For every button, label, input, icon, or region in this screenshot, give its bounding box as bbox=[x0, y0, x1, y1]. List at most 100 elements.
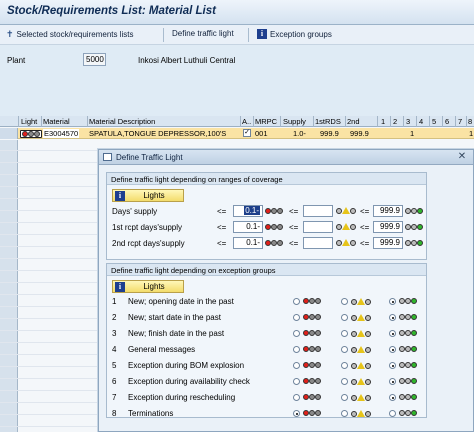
first-rcpt-green-field[interactable]: 999.9 bbox=[373, 221, 403, 233]
coverage-group-title: Define traffic light depending on ranges… bbox=[107, 173, 426, 185]
row-checkbox[interactable]: ✓ bbox=[243, 129, 251, 137]
coverage-lights-button[interactable]: i Lights bbox=[112, 189, 184, 202]
radio-red[interactable] bbox=[293, 362, 300, 369]
col-material[interactable]: Material bbox=[43, 117, 70, 126]
exception-number: 3 bbox=[112, 329, 117, 338]
radio-yellow[interactable] bbox=[341, 346, 348, 353]
radio-red[interactable] bbox=[293, 378, 300, 385]
exception-groups-button[interactable]: i Exception groups bbox=[257, 29, 332, 39]
row-selector[interactable] bbox=[0, 128, 18, 139]
first-rcpt-yellow-field[interactable] bbox=[303, 221, 333, 233]
traffic-light-yellow-icon bbox=[351, 346, 371, 353]
radio-yellow[interactable] bbox=[341, 410, 348, 417]
title-bar: Stock/Requirements List: Material List bbox=[0, 0, 474, 25]
col-mrpc[interactable]: MRPC bbox=[255, 117, 277, 126]
radio-green[interactable] bbox=[389, 362, 396, 369]
radio-green[interactable] bbox=[389, 314, 396, 321]
traffic-light-red-icon bbox=[303, 298, 321, 304]
radio-red[interactable] bbox=[293, 298, 300, 305]
exception-label: New; start date in the past bbox=[128, 313, 221, 322]
radio-green[interactable] bbox=[389, 410, 396, 417]
radio-yellow[interactable] bbox=[341, 330, 348, 337]
radio-yellow[interactable] bbox=[341, 394, 348, 401]
col-a[interactable]: A.. bbox=[242, 117, 251, 126]
exception-label: Exception during availability check bbox=[128, 377, 250, 386]
window-icon bbox=[103, 153, 112, 161]
col-8[interactable]: 8 bbox=[468, 117, 472, 126]
col-material-description[interactable]: Material Description bbox=[89, 117, 155, 126]
radio-yellow[interactable] bbox=[341, 314, 348, 321]
col-1strds[interactable]: 1stRDS bbox=[315, 117, 341, 126]
first-rcpt-label: 1st rcpt days'supply bbox=[112, 223, 183, 232]
radio-green[interactable] bbox=[389, 330, 396, 337]
col-supply[interactable]: Supply bbox=[283, 117, 306, 126]
traffic-light-yellow-icon bbox=[351, 410, 371, 417]
radio-red[interactable] bbox=[293, 346, 300, 353]
col-1[interactable]: 1 bbox=[381, 117, 385, 126]
col-3[interactable]: 3 bbox=[406, 117, 410, 126]
second-rcpt-yellow-field[interactable] bbox=[303, 237, 333, 249]
coverage-group: Define traffic light depending on ranges… bbox=[106, 172, 427, 260]
row-2nd: 999.9 bbox=[350, 129, 369, 138]
info-icon: i bbox=[257, 29, 267, 39]
traffic-light-red-icon bbox=[303, 330, 321, 336]
days-supply-red-field[interactable]: 0.1- bbox=[233, 205, 263, 217]
define-traffic-light-button[interactable]: Define traffic light bbox=[172, 29, 234, 38]
traffic-light-green-icon bbox=[405, 240, 423, 246]
define-traffic-light-dialog: Define Traffic Light ✕ Define traffic li… bbox=[98, 149, 474, 432]
col-light[interactable]: Light bbox=[21, 117, 37, 126]
col-4[interactable]: 4 bbox=[419, 117, 423, 126]
exception-group: Define traffic light depending on except… bbox=[106, 263, 427, 418]
application-toolbar: ✝ Selected stock/requirements lists Defi… bbox=[0, 25, 474, 45]
selection-icon: ✝ bbox=[6, 29, 14, 39]
exception-group-title: Define traffic light depending on except… bbox=[107, 264, 426, 276]
traffic-light-red-icon bbox=[303, 378, 321, 384]
traffic-light-green-icon bbox=[405, 208, 423, 214]
radio-green[interactable] bbox=[389, 378, 396, 385]
radio-red[interactable] bbox=[293, 314, 300, 321]
exception-label: General messages bbox=[128, 345, 196, 354]
radio-green[interactable] bbox=[389, 394, 396, 401]
op-le: <= bbox=[360, 239, 370, 248]
col-2[interactable]: 2 bbox=[393, 117, 397, 126]
exception-number: 6 bbox=[112, 377, 117, 386]
radio-green[interactable] bbox=[389, 298, 396, 305]
plant-label: Plant bbox=[7, 56, 26, 65]
radio-yellow[interactable] bbox=[341, 378, 348, 385]
op-le: <= bbox=[217, 207, 227, 216]
traffic-light-green-icon bbox=[399, 378, 417, 384]
traffic-light-red-icon bbox=[303, 410, 321, 416]
col-6[interactable]: 6 bbox=[445, 117, 449, 126]
radio-red[interactable] bbox=[293, 394, 300, 401]
selected-lists-button[interactable]: ✝ Selected stock/requirements lists bbox=[6, 29, 133, 40]
op-le: <= bbox=[360, 223, 370, 232]
radio-red[interactable] bbox=[293, 410, 300, 417]
traffic-light-red-icon bbox=[303, 314, 321, 320]
radio-red[interactable] bbox=[293, 330, 300, 337]
first-rcpt-red-field[interactable]: 0.1- bbox=[233, 221, 263, 233]
traffic-light-yellow-icon bbox=[336, 239, 356, 246]
toolbar-separator bbox=[163, 28, 164, 42]
col-2nd[interactable]: 2nd bbox=[347, 117, 360, 126]
traffic-light-yellow-icon bbox=[351, 330, 371, 337]
op-le: <= bbox=[289, 207, 299, 216]
radio-yellow[interactable] bbox=[341, 362, 348, 369]
radio-yellow[interactable] bbox=[341, 298, 348, 305]
exception-lights-button[interactable]: i Lights bbox=[112, 280, 184, 293]
col-7[interactable]: 7 bbox=[458, 117, 462, 126]
exception-label: Terminations bbox=[128, 409, 174, 418]
grid-header: Light Material Material Description A.. … bbox=[0, 116, 474, 127]
days-supply-yellow-field[interactable] bbox=[303, 205, 333, 217]
close-icon[interactable]: ✕ bbox=[456, 151, 468, 163]
second-rcpt-green-field[interactable]: 999.9 bbox=[373, 237, 403, 249]
radio-green[interactable] bbox=[389, 346, 396, 353]
row-1strds: 999.9 bbox=[320, 129, 339, 138]
second-rcpt-label: 2nd rcpt days'supply bbox=[112, 239, 185, 248]
col-5[interactable]: 5 bbox=[432, 117, 436, 126]
traffic-light-green-icon bbox=[405, 224, 423, 230]
row-material[interactable]: E3004570 bbox=[43, 129, 80, 138]
plant-field[interactable]: 5000 bbox=[83, 53, 106, 66]
table-row[interactable]: E3004570 SPATULA,TONGUE DEPRESSOR,100'S … bbox=[0, 128, 474, 139]
second-rcpt-red-field[interactable]: 0.1- bbox=[233, 237, 263, 249]
days-supply-green-field[interactable]: 999.9 bbox=[373, 205, 403, 217]
